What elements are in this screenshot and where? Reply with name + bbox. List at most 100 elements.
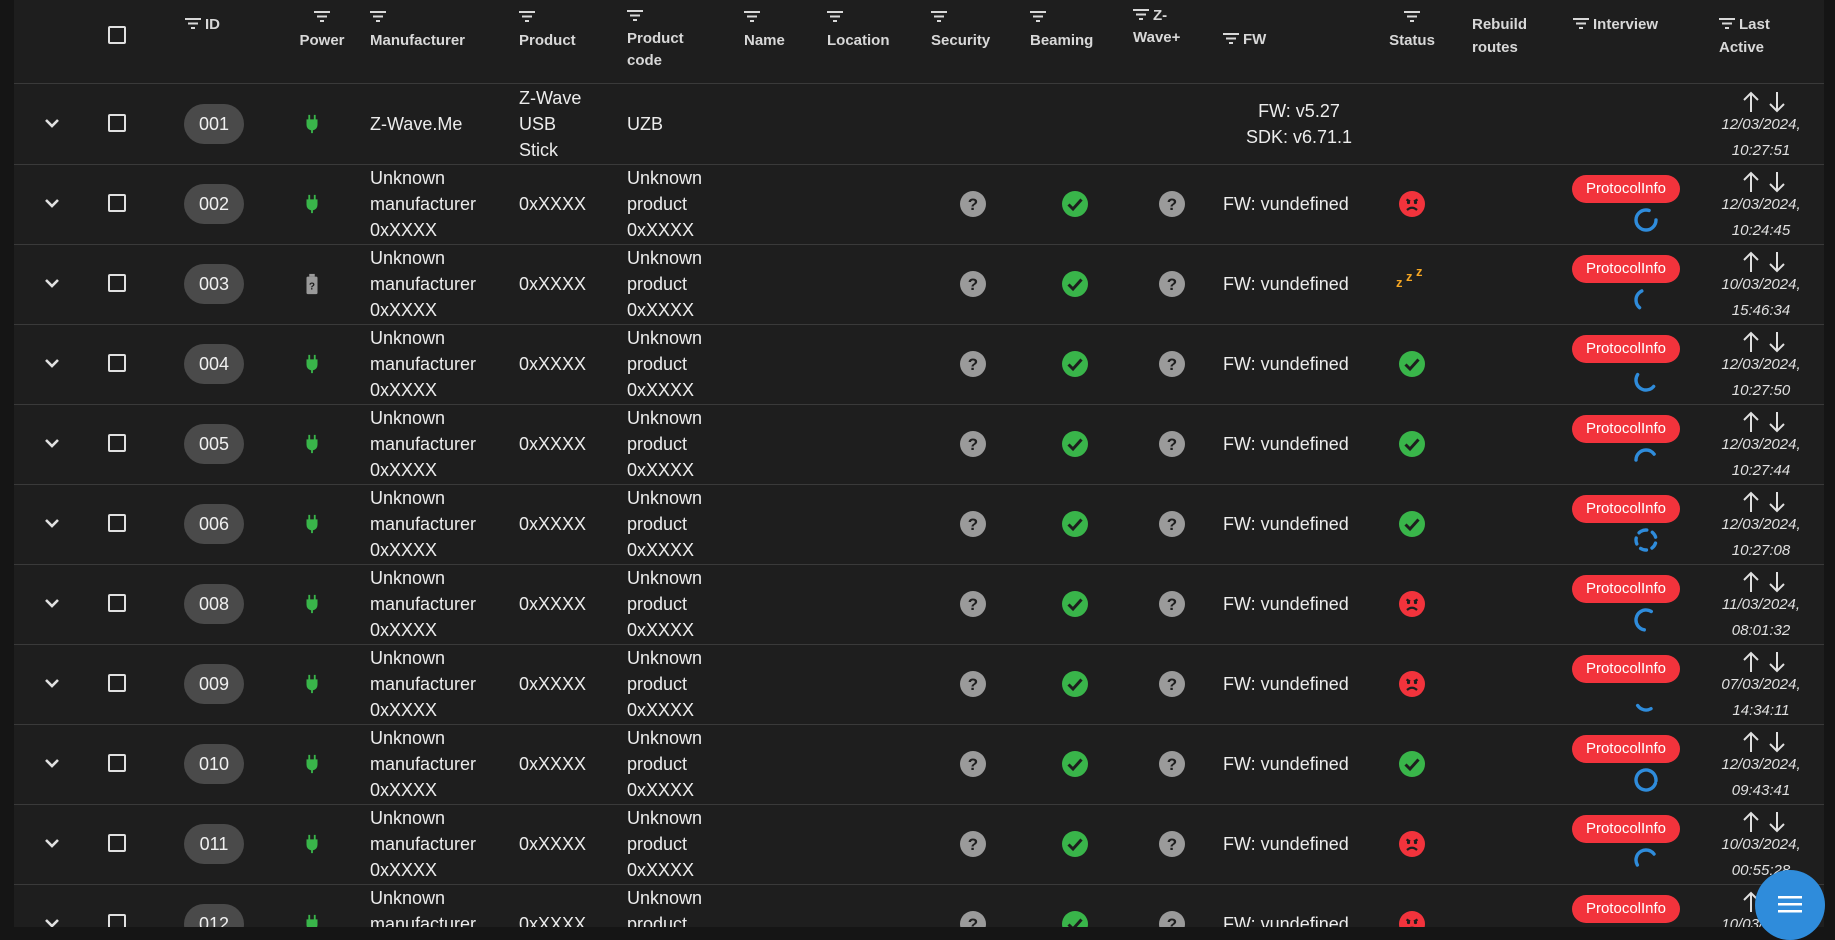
table-row[interactable]: 008 Unknown manufacturer 0xXXXX 0xXXXX Unkn… [14,564,1824,645]
sort-arrows-icon[interactable] [1739,170,1789,194]
interview-stage-button[interactable]: ProtocolInfo [1572,415,1680,443]
table-row[interactable]: 003? Unknown manufacturer 0xXXXX 0xXXXX Unk… [14,244,1824,325]
sort-arrows-icon[interactable] [1739,810,1789,834]
column-header-manufacturer[interactable]: Manufacturer [370,6,465,52]
row-checkbox[interactable] [108,114,126,132]
fw-cell: FW: vundefined [1223,354,1349,374]
row-checkbox[interactable] [108,194,126,212]
column-header-location[interactable]: Location [827,6,890,52]
column-header-beaming[interactable]: Beaming [1030,6,1093,52]
expand-chevron-icon[interactable] [42,113,62,133]
filter-icon [1030,11,1046,22]
fw-cell: FW: vundefined [1223,594,1349,614]
column-header-security[interactable]: Security [931,6,990,52]
column-header-rebuild-routes[interactable]: Rebuild routes [1472,13,1552,59]
svg-text:?: ? [968,915,978,927]
interview-stage-button[interactable]: ProtocolInfo [1572,655,1680,683]
last-active-date: 10/03/2024, [1721,276,1801,293]
expand-chevron-icon[interactable] [42,913,62,927]
expand-chevron-icon[interactable] [42,673,62,693]
interview-stage-button[interactable]: ProtocolInfo [1572,255,1680,283]
column-header-product-code[interactable]: Product code [627,6,707,72]
interview-stage-button[interactable]: ProtocolInfo [1572,175,1680,203]
interview-stage-button[interactable]: ProtocolInfo [1572,735,1680,763]
filter-icon [1719,18,1735,29]
interview-stage-button[interactable]: ProtocolInfo [1572,495,1680,523]
sort-arrows-icon[interactable] [1739,90,1789,114]
plug-icon [301,433,323,460]
table-row[interactable]: 010 Unknown manufacturer 0xXXXX 0xXXXX Unkn… [14,724,1824,805]
controller-row[interactable]: 001 Z-Wave.Me Z-Wave USB Stick UZB FW: v… [14,84,1824,165]
sdk-version: SDK: v6.71.1 [1245,127,1353,147]
table-row[interactable]: 012 Unknown manufacturer 0xXXXX 0xXXXX Unkn… [14,884,1824,927]
svg-text:?: ? [968,355,978,374]
sort-arrows-icon[interactable] [1739,570,1789,594]
column-header-zwave-plus[interactable]: Z-Wave+ [1133,5,1193,49]
product-cell: Z-Wave USB Stick [519,88,582,160]
row-checkbox[interactable] [108,434,126,452]
svg-text:?: ? [968,835,978,854]
last-active-time: 10:24:45 [1731,222,1791,239]
row-checkbox[interactable] [108,834,126,852]
expand-chevron-icon[interactable] [42,273,62,293]
row-checkbox[interactable] [108,514,126,532]
column-header-id[interactable]: ID [185,13,220,36]
table-row[interactable]: 002 Unknown manufacturer 0xXXXX 0xXXXX Unkn… [14,164,1824,245]
interview-stage-button[interactable]: ProtocolInfo [1572,895,1680,923]
svg-text:?: ? [1167,355,1177,374]
table-row[interactable]: 005 Unknown manufacturer 0xXXXX 0xXXXX Unkn… [14,404,1824,485]
table-row[interactable]: 011 Unknown manufacturer 0xXXXX 0xXXXX Unkn… [14,804,1824,885]
sort-arrows-icon[interactable] [1739,730,1789,754]
row-checkbox[interactable] [108,274,126,292]
table-row[interactable]: 004 Unknown manufacturer 0xXXXX 0xXXXX Unkn… [14,324,1824,405]
sort-arrows-icon[interactable] [1739,410,1789,434]
column-header-last-active[interactable]: Last Active [1719,13,1799,59]
sort-arrows-icon[interactable] [1739,250,1789,274]
table-row[interactable]: 006 Unknown manufacturer 0xXXXX 0xXXXX Unkn… [14,484,1824,565]
column-header-product[interactable]: Product [519,6,576,52]
column-header-status[interactable]: Status [1382,6,1442,52]
status-dead-icon [1398,190,1426,223]
zwave-plus-unknown-icon: ? [1158,510,1186,543]
fw-cell: FW: v5.27 SDK: v6.71.1 [1214,98,1384,150]
product-code-cell: Unknown product 0xXXXX [627,408,703,480]
last-active-time: 15:46:34 [1731,302,1791,319]
row-checkbox[interactable] [108,674,126,692]
sort-arrows-icon[interactable] [1739,490,1789,514]
interview-stage-button[interactable]: ProtocolInfo [1572,815,1680,843]
row-checkbox[interactable] [108,594,126,612]
table-row[interactable]: 009 Unknown manufacturer 0xXXXX 0xXXXX Unkn… [14,644,1824,725]
expand-chevron-icon[interactable] [42,193,62,213]
column-header-name[interactable]: Name [744,6,785,52]
interview-stage-button[interactable]: ProtocolInfo [1572,575,1680,603]
node-id-badge: 010 [184,744,244,784]
column-header-fw[interactable]: FW [1223,28,1266,51]
product-cell: 0xXXXX [519,594,587,614]
product-code-cell: Unknown product 0xXXXX [627,488,703,560]
menu-icon [1778,896,1802,913]
expand-chevron-icon[interactable] [42,513,62,533]
expand-chevron-icon[interactable] [42,753,62,773]
expand-chevron-icon[interactable] [42,353,62,373]
zwave-plus-unknown-icon: ? [1158,670,1186,703]
fab-menu-button[interactable] [1755,870,1825,940]
expand-chevron-icon[interactable] [42,433,62,453]
sort-arrows-icon[interactable] [1739,650,1789,674]
expand-chevron-icon[interactable] [42,833,62,853]
column-header-power[interactable]: Power [282,6,362,52]
sort-arrows-icon[interactable] [1739,330,1789,354]
row-checkbox[interactable] [108,914,126,927]
expand-chevron-icon[interactable] [42,593,62,613]
zwave-plus-unknown-icon: ? [1158,830,1186,863]
zwave-plus-unknown-icon: ? [1158,270,1186,303]
nodes-table: ID Power Manufacturer Product Product co… [14,0,1824,927]
filter-icon [314,11,330,22]
plug-icon [306,114,318,134]
filter-icon [827,11,843,22]
status-alive-icon [1398,510,1426,543]
interview-stage-button[interactable]: ProtocolInfo [1572,335,1680,363]
row-checkbox[interactable] [108,754,126,772]
column-header-interview[interactable]: Interview [1573,13,1658,36]
select-all-checkbox[interactable] [108,26,126,44]
row-checkbox[interactable] [108,354,126,372]
